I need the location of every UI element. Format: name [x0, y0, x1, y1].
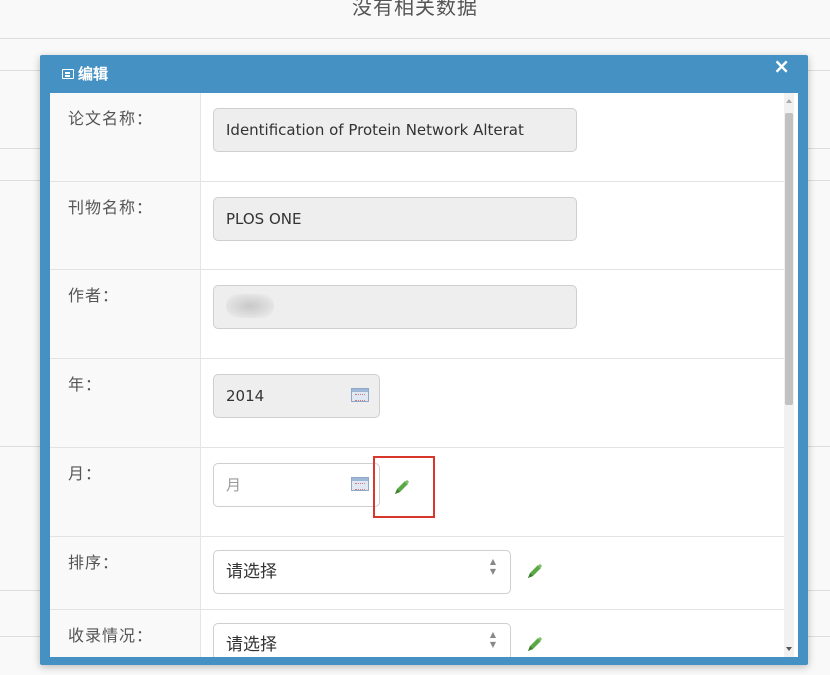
modal-title: 编辑	[78, 65, 109, 83]
highlight-box	[373, 456, 435, 518]
month-input[interactable]: 月	[213, 463, 380, 507]
sort-select[interactable]: 请选择 ▲ ▼	[213, 550, 511, 594]
form-row-month: 月： 月	[50, 448, 785, 537]
form-row-journal-name: 刊物名称： PLOS ONE	[50, 182, 785, 270]
year-label: 年：	[68, 375, 103, 394]
select-arrows-icon: ▲ ▼	[489, 630, 497, 649]
journal-name-label: 刊物名称：	[68, 198, 154, 217]
scroll-thumb[interactable]	[785, 113, 793, 405]
sort-selected: 请选择	[226, 562, 277, 582]
author-input[interactable]	[213, 285, 577, 329]
year-input[interactable]: 2014	[213, 374, 380, 418]
edit-form-icon	[62, 69, 74, 79]
scroll-down-icon[interactable]	[786, 647, 792, 651]
calendar-icon[interactable]	[351, 388, 369, 402]
month-label: 月：	[68, 464, 103, 483]
paper-title-label: 论文名称：	[68, 109, 154, 128]
form-row-sort: 排序： 请选择 ▲ ▼	[50, 537, 785, 610]
modal-body: 论文名称： Identification of Protein Network …	[50, 93, 798, 657]
paper-title-input[interactable]: Identification of Protein Network Altera…	[213, 108, 577, 152]
modal-header: 编辑 ×	[40, 55, 808, 93]
scroll-up-icon[interactable]	[786, 99, 792, 103]
scrollbar[interactable]	[784, 93, 794, 657]
edit-modal: 编辑 × 论文名称： Identification of Protein Net…	[40, 55, 808, 665]
divider	[0, 38, 830, 39]
indexing-label: 收录情况：	[68, 626, 154, 645]
redacted-author	[226, 294, 274, 318]
indexing-selected: 请选择	[226, 635, 277, 655]
sort-label: 排序：	[68, 553, 120, 572]
select-arrows-icon: ▲ ▼	[489, 557, 497, 576]
form-row-paper-title: 论文名称： Identification of Protein Network …	[50, 93, 785, 182]
form-row-indexing: 收录情况： 请选择 ▲ ▼	[50, 610, 785, 657]
month-placeholder: 月	[226, 476, 242, 494]
author-label: 作者：	[68, 286, 120, 305]
journal-name-input[interactable]: PLOS ONE	[213, 197, 577, 241]
indexing-select[interactable]: 请选择 ▲ ▼	[213, 623, 511, 657]
pencil-icon[interactable]	[525, 634, 545, 654]
pencil-icon[interactable]	[525, 561, 545, 581]
no-data-text: 没有相关数据	[352, 0, 478, 19]
close-icon[interactable]: ×	[773, 56, 790, 76]
form-row-year: 年： 2014	[50, 359, 785, 448]
year-value: 2014	[226, 387, 265, 405]
form-row-author: 作者：	[50, 270, 785, 359]
calendar-icon[interactable]	[351, 477, 369, 491]
